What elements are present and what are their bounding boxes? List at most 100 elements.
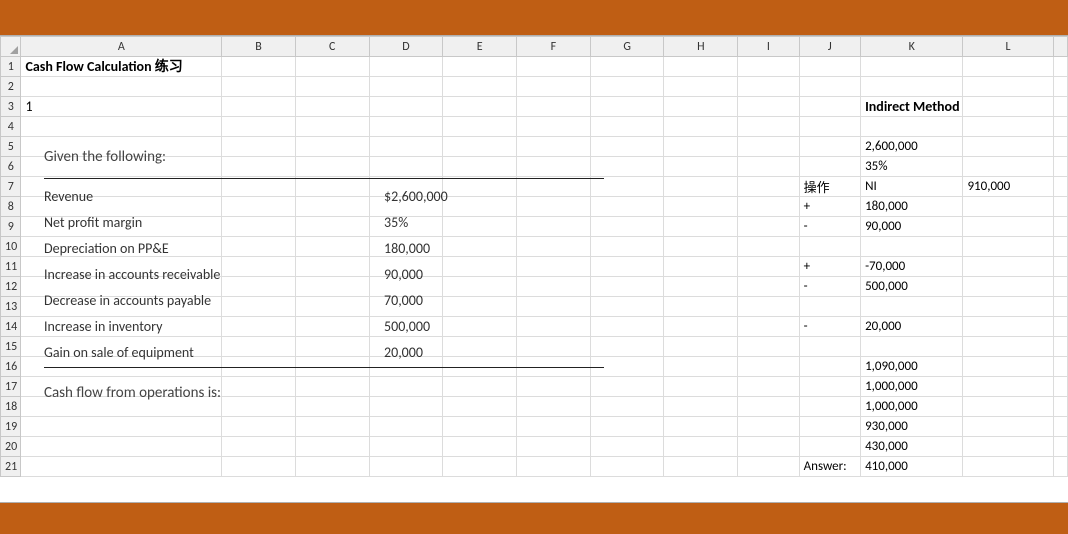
cell[interactable] bbox=[799, 157, 860, 177]
cell[interactable] bbox=[369, 457, 443, 477]
col-header[interactable]: K bbox=[861, 37, 963, 57]
cell[interactable] bbox=[222, 457, 296, 477]
cell[interactable] bbox=[222, 117, 296, 137]
cell[interactable] bbox=[369, 237, 443, 257]
row-header[interactable]: 7 bbox=[1, 177, 21, 197]
cell[interactable] bbox=[369, 117, 443, 137]
cell[interactable] bbox=[517, 157, 591, 177]
cell[interactable] bbox=[963, 297, 1053, 317]
cell[interactable] bbox=[738, 177, 799, 197]
cell[interactable] bbox=[443, 377, 517, 397]
cell[interactable] bbox=[517, 197, 591, 217]
col-header[interactable]: H bbox=[664, 37, 738, 57]
cell[interactable] bbox=[222, 97, 296, 117]
row-header[interactable]: 20 bbox=[1, 437, 21, 457]
cell[interactable]: 930,000 bbox=[861, 417, 963, 437]
cell[interactable] bbox=[1053, 157, 1067, 177]
cell[interactable] bbox=[21, 317, 222, 337]
cell[interactable] bbox=[963, 77, 1053, 97]
cell[interactable] bbox=[517, 97, 591, 117]
cell[interactable]: - bbox=[799, 317, 860, 337]
cell[interactable] bbox=[517, 337, 591, 357]
cell[interactable] bbox=[295, 177, 369, 197]
cell[interactable] bbox=[799, 337, 860, 357]
cell[interactable] bbox=[1053, 237, 1067, 257]
cell[interactable] bbox=[738, 57, 799, 77]
row-header[interactable]: 15 bbox=[1, 337, 21, 357]
cell[interactable] bbox=[21, 157, 222, 177]
cell[interactable] bbox=[517, 317, 591, 337]
cell[interactable] bbox=[963, 197, 1053, 217]
cell[interactable] bbox=[369, 77, 443, 97]
cell[interactable] bbox=[369, 257, 443, 277]
cell[interactable] bbox=[963, 117, 1053, 137]
cell[interactable] bbox=[222, 137, 296, 157]
cell[interactable] bbox=[590, 237, 664, 257]
cell[interactable] bbox=[664, 57, 738, 77]
cell[interactable] bbox=[222, 277, 296, 297]
cell[interactable] bbox=[738, 377, 799, 397]
cell[interactable] bbox=[222, 377, 296, 397]
cell[interactable] bbox=[443, 217, 517, 237]
cell[interactable] bbox=[21, 457, 222, 477]
cell[interactable] bbox=[738, 337, 799, 357]
cell[interactable]: 操作 bbox=[799, 177, 860, 197]
cell[interactable] bbox=[443, 417, 517, 437]
cell[interactable] bbox=[517, 177, 591, 197]
cell[interactable] bbox=[738, 257, 799, 277]
cell[interactable] bbox=[963, 137, 1053, 157]
cell[interactable] bbox=[963, 217, 1053, 237]
cell[interactable] bbox=[590, 377, 664, 397]
cell[interactable] bbox=[21, 197, 222, 217]
cell[interactable] bbox=[517, 457, 591, 477]
cell[interactable] bbox=[369, 337, 443, 357]
cell[interactable] bbox=[443, 437, 517, 457]
cell[interactable] bbox=[963, 397, 1053, 417]
cell[interactable] bbox=[738, 217, 799, 237]
row-header[interactable]: 1 bbox=[1, 57, 21, 77]
row-header[interactable]: 4 bbox=[1, 117, 21, 137]
answer-value[interactable]: 410,000 bbox=[861, 457, 963, 477]
cell[interactable] bbox=[443, 317, 517, 337]
cell[interactable] bbox=[1053, 117, 1067, 137]
col-header[interactable]: I bbox=[738, 37, 799, 57]
cell[interactable] bbox=[369, 297, 443, 317]
cell[interactable] bbox=[443, 57, 517, 77]
cell[interactable] bbox=[1053, 257, 1067, 277]
cell[interactable]: -70,000 bbox=[861, 257, 963, 277]
cell[interactable] bbox=[1053, 337, 1067, 357]
cell[interactable] bbox=[295, 97, 369, 117]
cell[interactable] bbox=[1053, 437, 1067, 457]
cell[interactable] bbox=[295, 457, 369, 477]
row-header[interactable]: 6 bbox=[1, 157, 21, 177]
cell[interactable] bbox=[590, 337, 664, 357]
cell[interactable] bbox=[369, 217, 443, 237]
cell[interactable] bbox=[369, 57, 443, 77]
cell[interactable] bbox=[443, 177, 517, 197]
cell[interactable] bbox=[590, 157, 664, 177]
cell[interactable] bbox=[517, 217, 591, 237]
cell[interactable]: Cash Flow Calculation 练习 bbox=[21, 57, 222, 77]
col-header[interactable]: F bbox=[517, 37, 591, 57]
cell[interactable] bbox=[799, 437, 860, 457]
cell[interactable] bbox=[664, 197, 738, 217]
cell[interactable]: NI bbox=[861, 177, 963, 197]
cell[interactable] bbox=[222, 257, 296, 277]
cell[interactable] bbox=[295, 157, 369, 177]
cell[interactable] bbox=[664, 137, 738, 157]
row-header[interactable]: 11 bbox=[1, 257, 21, 277]
cell[interactable] bbox=[222, 157, 296, 177]
select-all-corner[interactable] bbox=[1, 37, 21, 57]
cell[interactable]: Indirect Method bbox=[861, 97, 963, 117]
cell[interactable] bbox=[799, 297, 860, 317]
cell[interactable] bbox=[738, 297, 799, 317]
cell[interactable] bbox=[738, 437, 799, 457]
cell[interactable] bbox=[799, 237, 860, 257]
cell[interactable] bbox=[21, 417, 222, 437]
cell[interactable] bbox=[664, 157, 738, 177]
cell[interactable] bbox=[738, 357, 799, 377]
cell[interactable] bbox=[21, 277, 222, 297]
cell[interactable] bbox=[738, 97, 799, 117]
row-header[interactable]: 9 bbox=[1, 217, 21, 237]
row-header[interactable]: 19 bbox=[1, 417, 21, 437]
